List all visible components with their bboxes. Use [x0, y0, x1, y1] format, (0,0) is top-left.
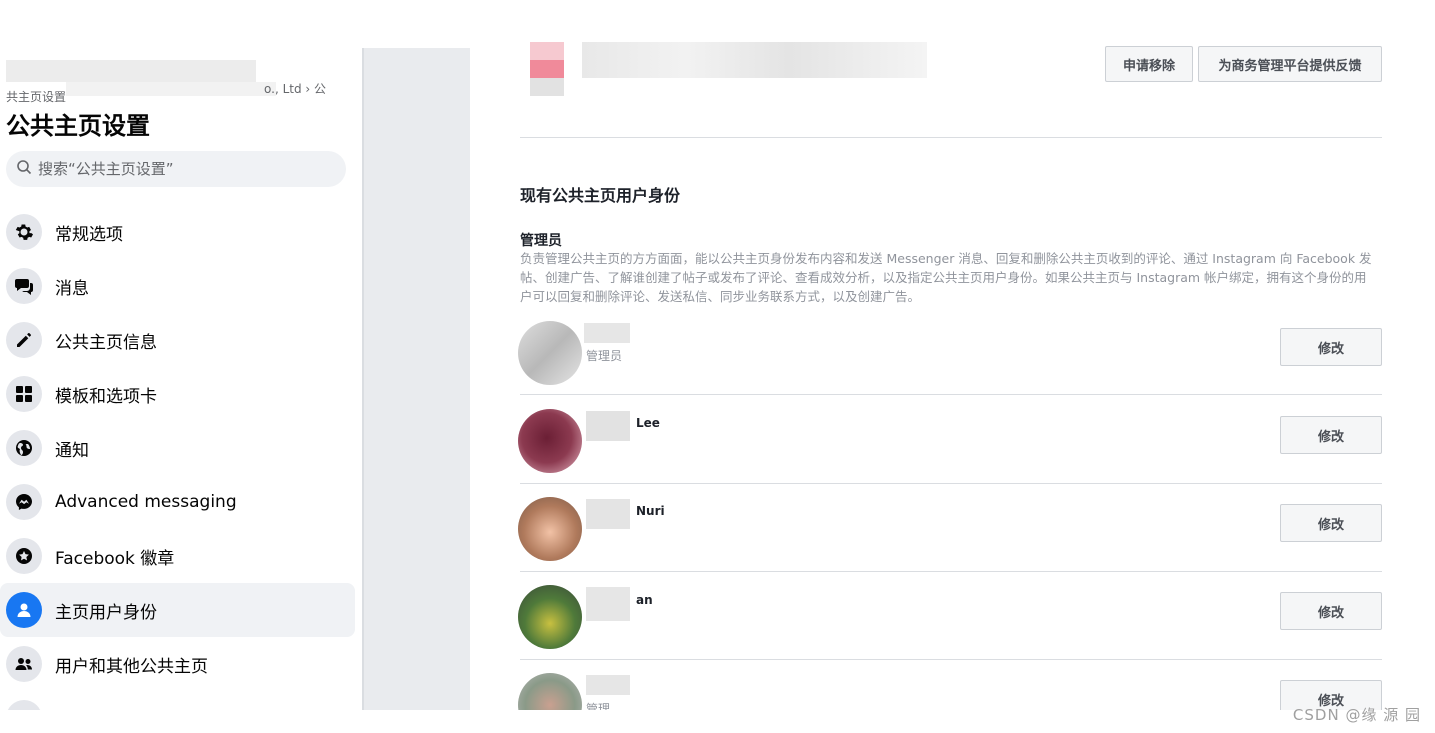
blurred-breadcrumb	[6, 60, 256, 82]
chat-bubbles-icon	[6, 268, 42, 304]
request-removal-button[interactable]: 申请移除	[1105, 46, 1193, 82]
sidebar-item-label: Facebook 徽章	[55, 548, 175, 569]
settings-nav: 常规选项 消息 公共主页信息 模板和选项卡 通知 Advanced messag…	[0, 205, 362, 710]
edit-role-button[interactable]: 修改	[1280, 416, 1382, 454]
avatar	[518, 585, 582, 649]
edit-role-button[interactable]: 修改	[1280, 504, 1382, 542]
blurred-page-avatar	[530, 42, 564, 96]
edit-role-button[interactable]: 修改	[1280, 592, 1382, 630]
divider	[520, 137, 1382, 138]
sidebar-item-label: 通知	[55, 440, 89, 461]
avatar	[518, 673, 582, 710]
blurred-breadcrumb-2	[66, 82, 276, 96]
sidebar-item-advanced-messaging[interactable]: Advanced messaging	[0, 475, 355, 529]
sidebar-item-partial[interactable]	[0, 691, 355, 710]
blurred-name	[586, 499, 630, 529]
sidebar-item-label: 常规选项	[55, 224, 123, 245]
breadcrumb-current: 共主页设置	[6, 90, 67, 104]
gear-icon	[6, 214, 42, 250]
sidebar-item-label: 公共主页信息	[55, 332, 157, 353]
sidebar-item-page-roles[interactable]: 主页用户身份	[0, 583, 355, 637]
blurred-name	[584, 323, 630, 343]
breadcrumb-tail[interactable]: o., Ltd › 公	[264, 80, 326, 97]
sidebar-item-people-other-pages[interactable]: 用户和其他公共主页	[0, 637, 355, 691]
globe-icon	[6, 430, 42, 466]
sidebar-item-facebook-badge[interactable]: Facebook 徽章	[0, 529, 355, 583]
sidebar-item-general[interactable]: 常规选项	[0, 205, 355, 259]
divider	[520, 659, 1382, 660]
watermark: CSDN @缘 源 园	[1292, 706, 1421, 724]
person-name: Nuri	[636, 504, 665, 518]
person-icon	[6, 592, 42, 628]
avatar	[518, 497, 582, 561]
search-icon	[16, 159, 32, 179]
settings-sidebar: o., Ltd › 公 共主页设置 公共主页设置 常规选项 消息 公共主页信息	[0, 48, 362, 710]
list-item: 管理员 修改	[518, 321, 1382, 409]
person-name: Lee	[636, 416, 660, 430]
messenger-icon	[6, 484, 42, 520]
edit-role-button[interactable]: 修改	[1280, 328, 1382, 366]
blurred-page-name	[582, 42, 927, 78]
sidebar-title: 公共主页设置	[6, 112, 150, 140]
sidebar-item-label: 用户和其他公共主页	[55, 656, 208, 677]
role-title: 管理员	[520, 233, 562, 249]
divider	[520, 483, 1382, 484]
blurred-name	[586, 587, 630, 621]
sidebar-item-label: 模板和选项卡	[55, 386, 157, 407]
pencil-icon	[6, 322, 42, 358]
avatar	[518, 409, 582, 473]
sidebar-item-label: Advanced messaging	[55, 492, 237, 512]
sidebar-item-page-info[interactable]: 公共主页信息	[0, 313, 355, 367]
role-description: 负责管理公共主页的方方面面，能以公共主页身份发布内容和发送 Messenger …	[520, 251, 1372, 304]
divider	[520, 394, 1382, 395]
divider	[520, 571, 1382, 572]
sidebar-item-messages[interactable]: 消息	[0, 259, 355, 313]
search-input[interactable]	[38, 160, 328, 178]
section-title: 现有公共主页用户身份	[520, 186, 681, 205]
more-icon	[6, 700, 42, 710]
sidebar-item-label: 主页用户身份	[55, 602, 157, 623]
blurred-name	[586, 411, 630, 441]
page-owner-row: 申请移除 为商务管理平台提供反馈	[520, 36, 1382, 96]
sidebar-item-templates[interactable]: 模板和选项卡	[0, 367, 355, 421]
blurred-name	[586, 675, 630, 695]
avatar	[518, 321, 582, 385]
sidebar-item-notifications[interactable]: 通知	[0, 421, 355, 475]
list-item: 管理 修改	[518, 673, 1382, 710]
content-gutter	[362, 48, 470, 710]
people-icon	[6, 646, 42, 682]
feedback-button[interactable]: 为商务管理平台提供反馈	[1198, 46, 1382, 82]
settings-search[interactable]	[6, 151, 346, 187]
person-role: 管理员	[586, 349, 623, 363]
person-name: an	[636, 593, 653, 607]
star-badge-icon	[6, 538, 42, 574]
page-roles-panel: 申请移除 为商务管理平台提供反馈 现有公共主页用户身份 管理员 负责管理公共主页…	[470, 36, 1435, 710]
grid-icon	[6, 376, 42, 412]
sidebar-item-label: 消息	[55, 278, 89, 299]
person-role: 管理	[586, 702, 611, 710]
